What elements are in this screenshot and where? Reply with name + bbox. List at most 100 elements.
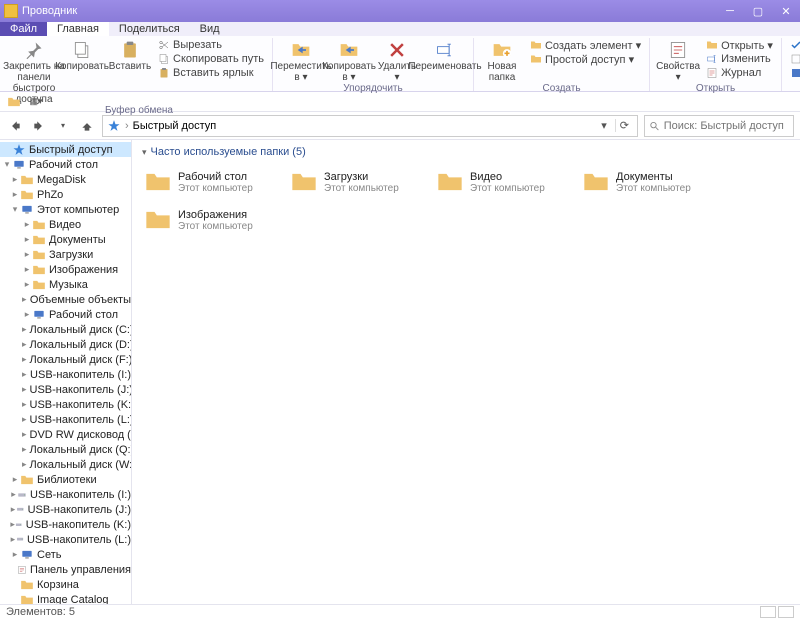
edit-button[interactable]: Изменить (704, 52, 775, 66)
tree-item[interactable]: ▸USB-накопитель (I:) (0, 367, 131, 382)
paste-button[interactable]: Вставить (108, 38, 152, 72)
rename-button[interactable]: Переименовать (423, 38, 467, 72)
tree-item[interactable]: ▾Этот компьютер (0, 202, 131, 217)
refresh-button[interactable]: ⟳ (615, 119, 633, 132)
tree-item[interactable]: ▸MegaDisk (0, 172, 131, 187)
up-button[interactable] (78, 117, 96, 135)
tab-file[interactable]: Файл (0, 22, 47, 36)
tree-item[interactable]: ▸Библиотеки (0, 472, 131, 487)
tab-view[interactable]: Вид (190, 22, 230, 36)
tree-item[interactable]: ▾Рабочий стол (0, 157, 131, 172)
history-button[interactable]: Журнал (704, 66, 775, 80)
content-pane[interactable]: ▾ Часто используемые папки (5) Рабочий с… (132, 140, 800, 604)
maximize-button[interactable]: ▢ (744, 0, 772, 22)
expander-icon[interactable]: ▸ (22, 219, 32, 230)
tree-item[interactable]: Панель управления (0, 562, 131, 577)
folder-tile[interactable]: ВидеоЭтот компьютер (434, 164, 572, 200)
copy-to-button[interactable]: Копировать в ▾ (327, 38, 371, 83)
tree-item[interactable]: ▸Рабочий стол (0, 307, 131, 322)
nav-tree[interactable]: Быстрый доступ▾Рабочий стол▸MegaDisk▸PhZ… (0, 140, 132, 604)
folder-tile[interactable]: Рабочий столЭтот компьютер (142, 164, 280, 200)
tree-item[interactable]: Корзина (0, 577, 131, 592)
new-item-button[interactable]: Создать элемент ▾ (528, 38, 643, 52)
expander-icon[interactable]: ▸ (10, 489, 17, 500)
back-button[interactable] (6, 117, 24, 135)
tree-item[interactable]: ▸USB-накопитель (J:) (0, 382, 131, 397)
expander-icon[interactable]: ▸ (22, 324, 27, 335)
forward-button[interactable] (30, 117, 48, 135)
qat-folder-icon[interactable] (6, 94, 22, 110)
tree-item[interactable]: Image Catalog (0, 592, 131, 604)
tab-share[interactable]: Поделиться (109, 22, 190, 36)
invert-selection-button[interactable]: Обратить выделение (788, 66, 800, 80)
tree-item[interactable]: ▸USB-накопитель (K:) (0, 397, 131, 412)
address-bar[interactable]: › Быстрый доступ ▾ ⟳ (102, 115, 638, 137)
expander-icon[interactable]: ▸ (22, 309, 32, 320)
tree-item[interactable]: ▸USB-накопитель (L:) (0, 412, 131, 427)
recent-dropdown[interactable]: ▾ (54, 117, 72, 135)
select-none-button[interactable]: Снять выделение (788, 52, 800, 66)
view-icons-button[interactable] (778, 606, 794, 618)
folder-tile[interactable]: ИзображенияЭтот компьютер (142, 202, 280, 238)
tree-item[interactable]: ▸Изображения (0, 262, 131, 277)
expander-icon[interactable]: ▸ (10, 189, 20, 200)
search-input[interactable] (664, 120, 789, 132)
tree-item[interactable]: ▸Документы (0, 232, 131, 247)
expander-icon[interactable]: ▸ (22, 249, 32, 260)
tree-item[interactable]: ▸USB-накопитель (K:) (0, 517, 131, 532)
tree-item[interactable]: ▸Локальный диск (Q:) (0, 442, 131, 457)
tree-item[interactable]: ▸Музыка (0, 277, 131, 292)
view-details-button[interactable] (760, 606, 776, 618)
tree-item[interactable]: ▸Локальный диск (D:) (0, 337, 131, 352)
expander-icon[interactable]: ▸ (22, 399, 27, 410)
expander-icon[interactable]: ▸ (22, 339, 27, 350)
tree-item[interactable]: ▸USB-накопитель (I:) (0, 487, 131, 502)
tree-item[interactable]: ▸Видео (0, 217, 131, 232)
expander-icon[interactable]: ▸ (10, 174, 20, 185)
copy-button[interactable]: Копировать (60, 38, 104, 72)
tree-item[interactable]: ▸Объемные объекты (0, 292, 131, 307)
tree-item[interactable]: ▸PhZo (0, 187, 131, 202)
tab-home[interactable]: Главная (47, 22, 109, 36)
move-to-button[interactable]: Переместить в ▾ (279, 38, 323, 83)
minimize-button[interactable]: ─ (716, 0, 744, 22)
expander-icon[interactable]: ▸ (22, 444, 27, 455)
expander-icon[interactable]: ▸ (22, 354, 27, 365)
easy-access-button[interactable]: Простой доступ ▾ (528, 52, 643, 66)
address-dropdown[interactable]: ▾ (597, 119, 611, 132)
search-box[interactable] (644, 115, 794, 137)
tree-item[interactable]: ▸DVD RW дисковод (M:) (0, 427, 131, 442)
expander-icon[interactable]: ▸ (22, 414, 27, 425)
select-all-button[interactable]: Выделить все (788, 38, 800, 52)
tree-item[interactable]: ▸Загрузки (0, 247, 131, 262)
expander-icon[interactable]: ▸ (22, 429, 27, 440)
close-button[interactable]: ✕ (772, 0, 800, 22)
expander-icon[interactable]: ▸ (10, 549, 20, 560)
folder-tile[interactable]: ЗагрузкиЭтот компьютер (288, 164, 426, 200)
copy-path-button[interactable]: Скопировать путь (156, 52, 266, 66)
qat-view-dropdown[interactable]: ▦▾ (28, 94, 44, 110)
paste-shortcut-button[interactable]: Вставить ярлык (156, 66, 266, 80)
tree-item[interactable]: ▸USB-накопитель (L:) (0, 532, 131, 547)
expander-icon[interactable]: ▸ (22, 279, 32, 290)
new-folder-button[interactable]: Новая папка (480, 38, 524, 83)
expander-icon[interactable]: ▸ (22, 234, 32, 245)
expander-icon[interactable]: ▸ (10, 474, 20, 485)
folder-tile[interactable]: ДокументыЭтот компьютер (580, 164, 718, 200)
expander-icon[interactable]: ▸ (22, 384, 27, 395)
expander-icon[interactable]: ▸ (22, 264, 32, 275)
cut-button[interactable]: Вырезать (156, 38, 266, 52)
properties-button[interactable]: Свойства ▾ (656, 38, 700, 83)
tree-item[interactable]: ▸Сеть (0, 547, 131, 562)
expander-icon[interactable]: ▸ (22, 459, 27, 470)
expander-icon[interactable]: ▾ (2, 159, 12, 170)
tree-item[interactable]: ▸USB-накопитель (J:) (0, 502, 131, 517)
tree-item[interactable]: ▸Локальный диск (W:) (0, 457, 131, 472)
tree-item[interactable]: ▸Локальный диск (F:) (0, 352, 131, 367)
expander-icon[interactable]: ▾ (10, 204, 20, 215)
section-header[interactable]: ▾ Часто используемые папки (5) (142, 146, 790, 158)
tree-item[interactable]: Быстрый доступ (0, 142, 131, 157)
breadcrumb[interactable]: Быстрый доступ (133, 120, 217, 132)
open-button[interactable]: Открыть ▾ (704, 38, 775, 52)
tree-item[interactable]: ▸Локальный диск (C:) (0, 322, 131, 337)
